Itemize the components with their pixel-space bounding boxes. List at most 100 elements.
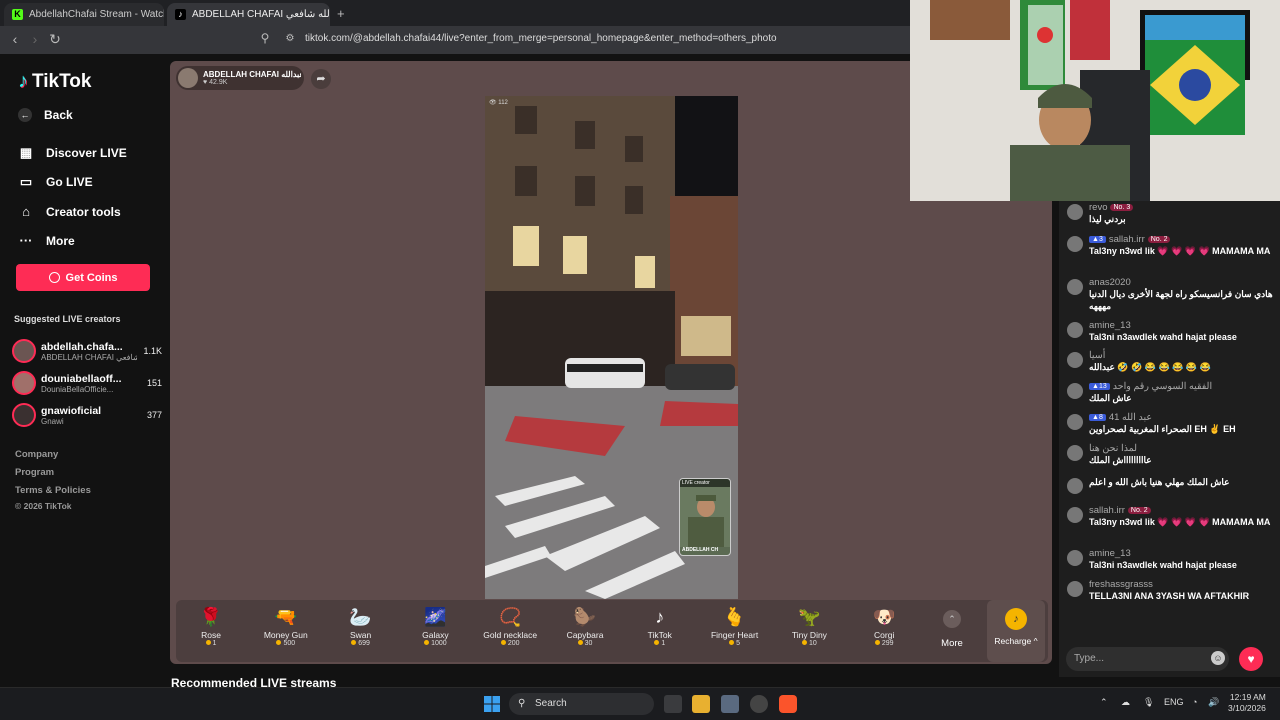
gift-item[interactable]: 📿 Gold necklace 200 xyxy=(475,604,545,647)
chat-message[interactable]: ▲13 الفقيه السوسي رقم واحد عاش الملك xyxy=(1067,381,1277,404)
gift-item[interactable]: 🦖 Tiny Diny 10 xyxy=(774,604,844,647)
host-avatar xyxy=(178,68,198,88)
footer-link-company[interactable]: Company xyxy=(15,449,58,460)
gift-item[interactable]: 🌌 Galaxy 1000 xyxy=(400,604,470,647)
taskbar-clock[interactable]: 12:19 AM 3/10/2026 xyxy=(1228,692,1266,714)
creator-name: abdellah.chafa... xyxy=(41,340,123,353)
chat-message[interactable]: freshassgrasss TELLA3NI ANA 3YASH WA AFTA… xyxy=(1067,579,1277,602)
get-coins-button[interactable]: Get Coins xyxy=(16,264,150,291)
video-camera-icon: ▭ xyxy=(19,174,33,189)
nav-creator-tools[interactable]: ⌂ Creator tools xyxy=(18,204,121,219)
wifi-icon[interactable]: ◔ xyxy=(1192,697,1197,707)
chat-message[interactable]: أسيا عبدالله 🤣 🤣 😂 😂 😂 😂 😂 xyxy=(1067,350,1277,373)
chat-message[interactable]: amine_13 Tal3ni n3awdlek wahd hajat pleas… xyxy=(1067,320,1277,343)
tray-chevron-icon[interactable]: ⌃ xyxy=(1100,697,1108,708)
recharge-label: Recharge ^ xyxy=(994,636,1038,646)
more-dots-icon: ··· xyxy=(19,233,33,248)
back-label: Back xyxy=(44,108,73,122)
steam-icon[interactable] xyxy=(750,695,768,713)
suggested-creator[interactable]: gnawioficial Gnawi 377 xyxy=(12,401,162,429)
like-heart-button[interactable]: ♥ xyxy=(1239,647,1263,671)
share-icon[interactable]: ➦ xyxy=(311,69,331,89)
browser-tab-2[interactable]: ♪ ABDELLAH CHAFAI عبدالله شافعي × xyxy=(167,3,330,26)
calendar-icon: ▦ xyxy=(19,145,33,160)
tiktok-logo[interactable]: ♪ TikTok xyxy=(18,70,91,93)
chat-message[interactable]: anas2020 هادي سان فرانسيسكو راه لجهة الأخ… xyxy=(1067,277,1277,312)
back-button[interactable]: ← Back xyxy=(18,108,73,122)
avatar xyxy=(1067,445,1083,461)
recharge-button[interactable]: ♪ Recharge ^ xyxy=(987,600,1045,662)
search-icon: ⚲ xyxy=(518,698,526,709)
tiktok-note-icon: ♪ xyxy=(18,70,28,92)
level-badge: ▲8 xyxy=(1089,414,1106,421)
microphone-icon[interactable]: 🎙 xyxy=(1143,697,1154,708)
chat-message[interactable]: revo No. 3 بردني ليذا xyxy=(1067,202,1277,225)
brave-browser-icon[interactable] xyxy=(779,695,797,713)
nav-discover-live[interactable]: ▦ Discover LIVE xyxy=(18,145,127,161)
cloud-icon[interactable]: ☁ xyxy=(1121,697,1130,708)
forward-arrow-icon[interactable]: › xyxy=(26,31,44,47)
chat-message[interactable]: عاش الملك مهلي هنيا باش الله و اعلم xyxy=(1067,476,1277,494)
emoji-icon[interactable]: ☺ xyxy=(1211,651,1225,665)
kick-favicon-icon: K xyxy=(12,9,23,20)
chat-text: Tal3ny n3wd lik 💗 💗 💗 💗 MAMAMA MA xyxy=(1089,517,1271,527)
nav-more[interactable]: ··· More xyxy=(18,233,75,248)
url-field[interactable]: tiktok.com/@abdellah.chafai44/live?enter… xyxy=(305,33,777,44)
browser-tab-1[interactable]: K AbdellahChafai Stream - Watch Live xyxy=(4,3,164,26)
avatar xyxy=(12,339,36,363)
chat-message[interactable]: sallah.irr No. 2 Tal3ny n3wd lik 💗 💗 💗 💗 M… xyxy=(1067,505,1277,528)
level-badge: ▲3 xyxy=(1089,236,1106,243)
gift-item[interactable]: 🦢 Swan 699 xyxy=(326,604,396,647)
chat-input[interactable]: Type... xyxy=(1066,647,1229,671)
gift-item[interactable]: ♪ TikTok 1 xyxy=(625,604,695,647)
file-explorer-icon[interactable] xyxy=(692,695,710,713)
gift-item[interactable]: 🔫 Money Gun 500 xyxy=(251,604,321,647)
rank-badge: No. 2 xyxy=(1127,507,1151,514)
bookmark-icon[interactable]: ⚲ xyxy=(256,31,274,45)
avatar xyxy=(12,371,36,395)
chat-username: sallah.irr xyxy=(1089,505,1125,516)
chat-text: Tal3ny n3wd lik 💗 💗 💗 💗 MAMAMA MA xyxy=(1089,246,1271,256)
avatar xyxy=(1067,581,1083,597)
new-tab-button[interactable]: + xyxy=(337,6,345,21)
avatar xyxy=(1067,204,1083,220)
volume-icon[interactable]: 🔊 xyxy=(1208,697,1219,708)
chat-message[interactable]: ▲8 عبد الله 41 الصحراء المغربية لصحراوين E… xyxy=(1067,412,1277,435)
coin-icon xyxy=(48,272,60,283)
taskbar-search[interactable]: ⚲ Search xyxy=(509,693,654,715)
chat-message[interactable]: لمذا نحن هنا عاااااااااش الملك xyxy=(1067,443,1277,466)
reload-icon[interactable]: ↻ xyxy=(46,31,64,48)
chat-text: Tal3ni n3awdlek wahd hajat please xyxy=(1089,560,1237,570)
chat-text: بردني ليذا xyxy=(1089,214,1126,224)
camera-app-icon[interactable] xyxy=(721,695,739,713)
host-info-pill[interactable]: ABDELLAH CHAFAI شافعي عبدالله ♥ 42.9K xyxy=(176,66,304,90)
gift-name: Rose xyxy=(201,630,221,640)
gift-item[interactable]: 🌹 Rose 1 xyxy=(176,604,246,647)
avatar xyxy=(1067,236,1083,252)
chat-username: الفقيه السوسي رقم واحد xyxy=(1112,381,1213,392)
suggested-creator[interactable]: abdellah.chafa...ABDELLAH CHAFAI شافعي 1… xyxy=(12,337,162,365)
gift-item[interactable]: 🐶 Corgi 299 xyxy=(849,604,919,647)
footer-link-terms[interactable]: Terms & Policies xyxy=(15,485,91,496)
site-info-icon[interactable]: ⚙ xyxy=(281,33,299,44)
guest-pip-video[interactable]: LIVE creator ABDELLAH CH xyxy=(679,478,731,556)
windows-start-icon[interactable] xyxy=(484,696,500,712)
gift-item[interactable]: 🦫 Capybara 30 xyxy=(550,604,620,647)
chat-message[interactable]: ▲3 sallah.irr No. 2 Tal3ny n3wd lik 💗 💗 💗 💗… xyxy=(1067,234,1277,257)
task-view-icon[interactable] xyxy=(664,695,682,713)
nav-go-live[interactable]: ▭ Go LIVE xyxy=(18,174,93,190)
suggested-creator[interactable]: douniabellaoff... DouniaBellaOfficie... 1… xyxy=(12,369,162,397)
footer-link-program[interactable]: Program xyxy=(15,467,54,478)
avatar xyxy=(1067,352,1083,368)
more-gifts-button[interactable]: ⌃ More xyxy=(935,610,969,649)
viewer-count: 377 xyxy=(146,410,162,420)
language-indicator[interactable]: ENG xyxy=(1164,697,1184,707)
suggested-title: Suggested LIVE creators xyxy=(14,314,121,324)
back-arrow-icon[interactable]: ‹ xyxy=(6,31,24,47)
nav-label: Creator tools xyxy=(46,204,121,219)
chat-text: Tal3ni n3awdlek wahd hajat please xyxy=(1089,332,1237,342)
chat-text: هادي سان فرانسيسكو راه لجهة الأخرى ديال … xyxy=(1089,289,1273,311)
gift-item[interactable]: 🫰 Finger Heart 5 xyxy=(700,604,770,647)
chat-message[interactable]: amine_13 Tal3ni n3awdlek wahd hajat pleas… xyxy=(1067,548,1277,571)
nav-label: Go LIVE xyxy=(46,175,93,189)
